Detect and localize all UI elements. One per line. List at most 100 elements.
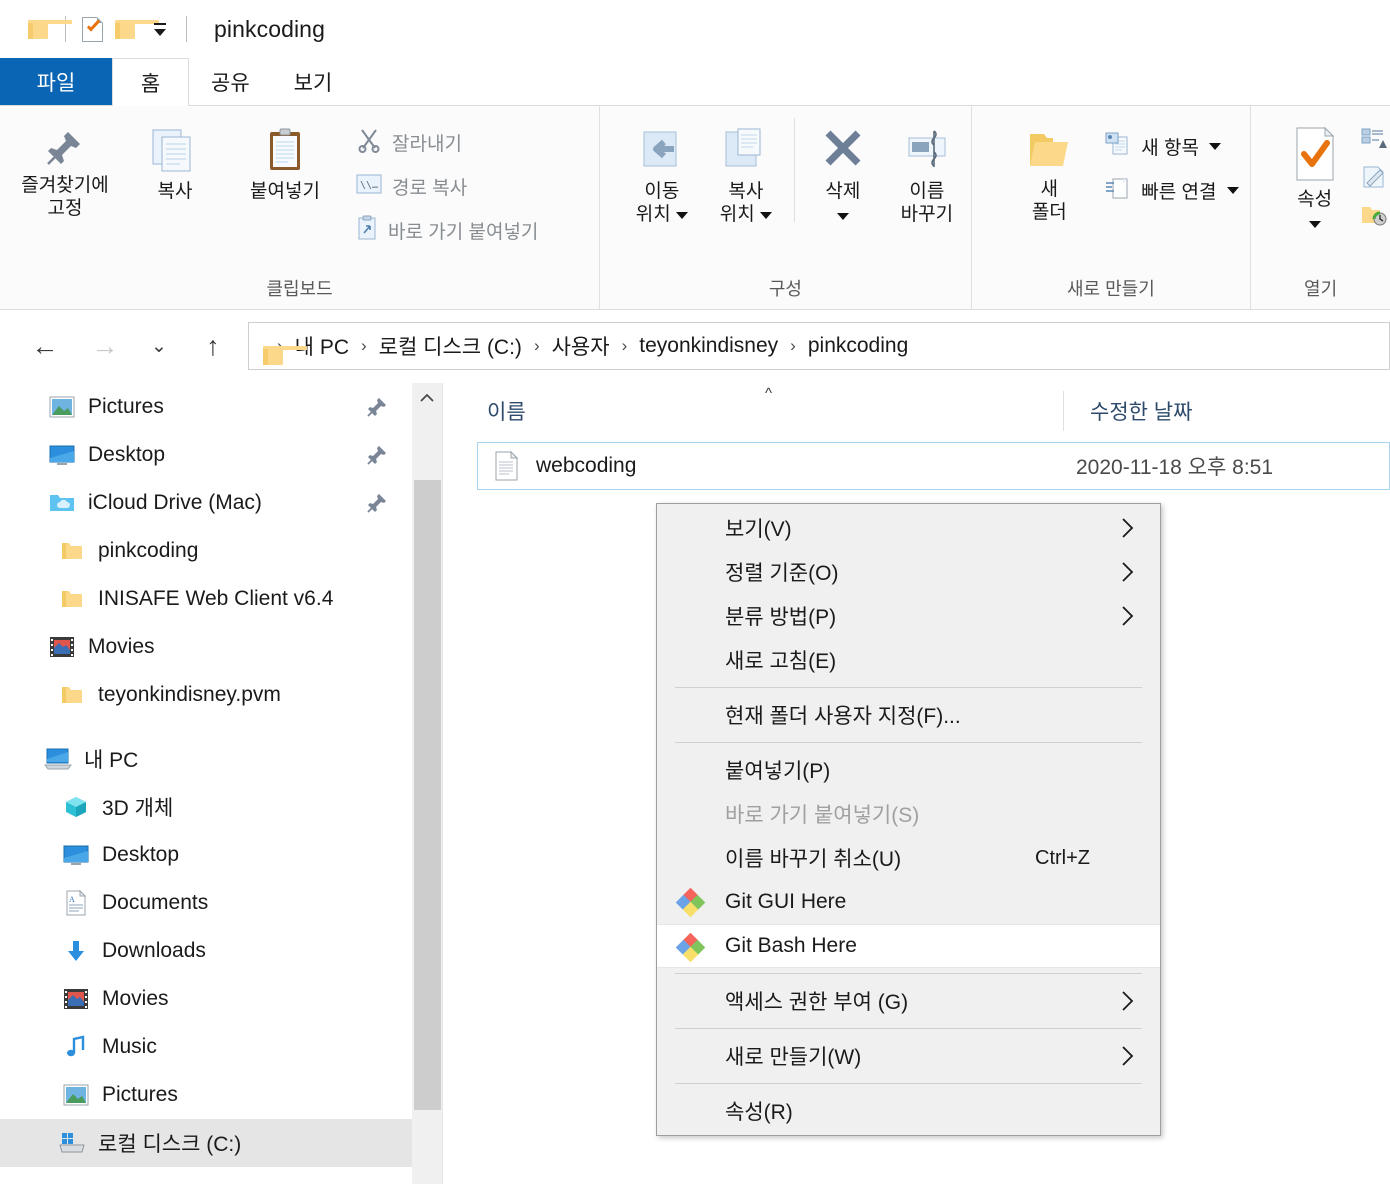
breadcrumb-separator-1: › xyxy=(361,336,367,355)
column-header-name[interactable]: 이름 xyxy=(443,396,1063,426)
open-button[interactable] xyxy=(1361,122,1387,160)
menu-item-label: 분류 방법(P) xyxy=(725,606,837,629)
breadcrumb[interactable]: › 내 PC › 로컬 디스크 (C:) › 사용자 › teyonkindis… xyxy=(248,322,1390,370)
copy-button-label: 복사 xyxy=(157,181,193,202)
tab-file[interactable]: 파일 xyxy=(0,58,112,105)
pin-icon[interactable] xyxy=(366,444,388,466)
menu-item-label: 액세스 권한 부여 (G) xyxy=(725,991,909,1014)
copy-to-button[interactable]: 복사 위치 xyxy=(704,118,788,226)
sidebar-item-movies[interactable]: Movies xyxy=(0,975,412,1023)
sidebar-item-pictures[interactable]: Pictures xyxy=(0,1071,412,1119)
menu-item-git-bash-here[interactable]: Git Bash Here xyxy=(657,924,1160,968)
desktop-icon xyxy=(48,442,76,468)
copy-path-button[interactable]: \\… 경로 복사 xyxy=(356,164,538,208)
menu-item-group-by[interactable]: 분류 방법(P) xyxy=(657,594,1160,638)
menu-item-new[interactable]: 새로 만들기(W) xyxy=(657,1034,1160,1078)
sidebar-item-inisafe[interactable]: INISAFE Web Client v6.4 xyxy=(0,575,412,623)
chevron-down-icon-2 xyxy=(1226,186,1239,194)
menu-item-git-gui-here[interactable]: Git GUI Here xyxy=(657,880,1160,924)
quick-access-customize-dropdown[interactable] xyxy=(143,12,177,46)
up-button[interactable]: ↑ xyxy=(190,323,236,369)
menu-item-give-access-to[interactable]: 액세스 권한 부여 (G) xyxy=(657,979,1160,1023)
menu-item-undo-rename[interactable]: 이름 바꾸기 취소(U) Ctrl+Z xyxy=(657,836,1160,880)
sidebar-item-teyonkindisney-pvm[interactable]: teyonkindisney.pvm xyxy=(0,671,412,719)
new-folder-icon xyxy=(1026,126,1072,172)
sidebar-item-pictures-qa[interactable]: Pictures xyxy=(0,383,412,431)
cut-button-label: 잘라내기 xyxy=(392,133,462,155)
rename-button[interactable]: 이름 바꾸기 xyxy=(885,118,969,226)
tab-home[interactable]: 홈 xyxy=(112,58,189,106)
sidebar-item-desktop-qa[interactable]: Desktop xyxy=(0,431,412,479)
menu-separator xyxy=(675,1083,1142,1084)
properties-button[interactable]: 속성 xyxy=(1273,118,1357,234)
paste-button[interactable]: 붙여넣기 xyxy=(230,118,340,203)
breadcrumb-item-4[interactable]: pinkcoding xyxy=(802,332,914,360)
sidebar-item-icloud-drive[interactable]: iCloud Drive (Mac) xyxy=(0,479,412,527)
edit-button[interactable] xyxy=(1361,160,1387,198)
tab-share[interactable]: 공유 xyxy=(189,58,272,105)
sidebar-item-this-pc[interactable]: 내 PC xyxy=(0,735,412,783)
breadcrumb-item-1[interactable]: 로컬 디스크 (C:) xyxy=(373,329,528,363)
properties-icon xyxy=(81,16,103,42)
sidebar-item-downloads[interactable]: Downloads xyxy=(0,927,412,975)
menu-separator xyxy=(675,687,1142,688)
sidebar-item-movies-qa[interactable]: Movies xyxy=(0,623,412,671)
downloads-icon xyxy=(62,938,90,964)
sidebar-item-music[interactable]: Music xyxy=(0,1023,412,1071)
music-icon xyxy=(62,1034,90,1060)
cut-button[interactable]: 잘라내기 xyxy=(356,120,538,164)
sidebar-item-documents[interactable]: A Documents xyxy=(0,879,412,927)
delete-button[interactable]: 삭제 xyxy=(801,118,885,226)
menu-item-refresh[interactable]: 새로 고침(E) xyxy=(657,638,1160,682)
scissors-icon xyxy=(356,127,382,158)
ribbon: 즐겨찾기에 고정 복사 붙여넣기 잘라내기 \\… 경로 복사 바로 가기 붙여… xyxy=(0,106,1390,310)
title-bar: pinkcoding xyxy=(0,0,1390,58)
sidebar-item-local-disk-c[interactable]: 로컬 디스크 (C:) xyxy=(0,1119,412,1167)
folder-icon xyxy=(58,586,86,612)
menu-item-paste[interactable]: 붙여넣기(P) xyxy=(657,748,1160,792)
edit-icon xyxy=(1361,165,1387,194)
window-title: pinkcoding xyxy=(214,15,325,42)
menu-item-label: Git Bash Here xyxy=(725,934,857,957)
tab-view[interactable]: 보기 xyxy=(272,58,355,105)
menu-item-customize-folder[interactable]: 현재 폴더 사용자 지정(F)... xyxy=(657,693,1160,737)
sidebar-scrollbar[interactable] xyxy=(412,383,442,1184)
menu-item-sort-by[interactable]: 정렬 기준(O) xyxy=(657,550,1160,594)
pin-icon[interactable] xyxy=(366,396,388,418)
new-folder-button[interactable]: 새 폴더 xyxy=(1007,118,1091,224)
sidebar-item-pinkcoding[interactable]: pinkcoding xyxy=(0,527,412,575)
move-to-button[interactable]: 이동 위치 xyxy=(620,118,704,226)
svg-text:\\…: \\… xyxy=(360,180,378,191)
recent-locations-button[interactable]: ⌄ xyxy=(136,323,182,369)
sidebar-item-desktop[interactable]: Desktop xyxy=(0,831,412,879)
scrollbar-thumb[interactable] xyxy=(414,480,441,1110)
breadcrumb-item-2[interactable]: 사용자 xyxy=(546,329,616,363)
rename-label: 이름 바꾸기 xyxy=(900,181,954,226)
column-header-modified[interactable]: 수정한 날짜 xyxy=(1063,390,1192,431)
pin-to-quick-access-button[interactable]: 즐겨찾기에 고정 xyxy=(10,118,120,220)
forward-button[interactable]: → xyxy=(82,323,128,369)
sidebar-label: teyonkindisney.pvm xyxy=(98,683,281,706)
folder-icon xyxy=(58,538,86,564)
movies-icon xyxy=(48,634,76,660)
quick-access-new-folder-icon[interactable] xyxy=(109,12,159,46)
quick-access-folder-icon[interactable] xyxy=(22,12,72,46)
paste-shortcut-button[interactable]: 바로 가기 붙여넣기 xyxy=(356,208,538,252)
copy-button[interactable]: 복사 xyxy=(120,118,230,203)
delete-icon xyxy=(817,126,869,174)
copy-path-icon: \\… xyxy=(356,173,382,200)
easy-access-button[interactable]: 빠른 연결 xyxy=(1105,168,1239,212)
history-button[interactable] xyxy=(1361,198,1387,236)
quick-access-properties-icon[interactable] xyxy=(75,12,109,46)
menu-item-label: 새로 고침(E) xyxy=(725,650,837,673)
menu-item-view[interactable]: 보기(V) xyxy=(657,506,1160,550)
table-row[interactable]: webcoding 2020-11-18 오후 8:51 xyxy=(477,442,1390,490)
chevron-up-icon[interactable] xyxy=(412,383,442,413)
menu-item-properties[interactable]: 속성(R) xyxy=(657,1089,1160,1133)
menu-separator xyxy=(675,1028,1142,1029)
sidebar-item-3d-objects[interactable]: 3D 개체 xyxy=(0,783,412,831)
back-button[interactable]: ← xyxy=(22,323,68,369)
pin-icon[interactable] xyxy=(366,492,388,514)
new-item-button[interactable]: 새 항목 xyxy=(1105,124,1238,168)
breadcrumb-item-3[interactable]: teyonkindisney xyxy=(633,332,784,360)
